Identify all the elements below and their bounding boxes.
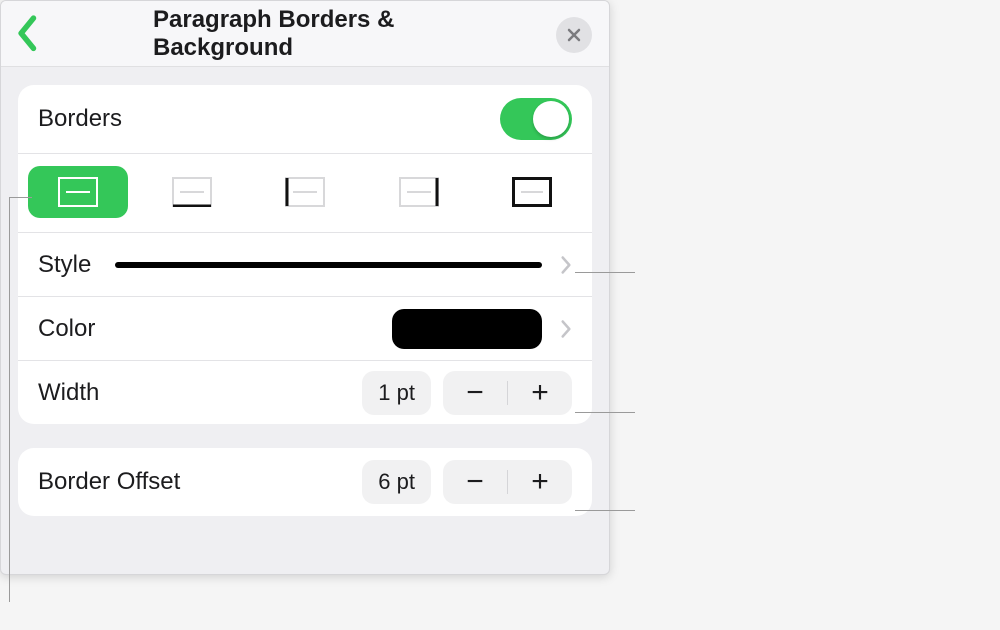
border-outside-icon bbox=[512, 177, 552, 207]
chevron-left-icon bbox=[17, 14, 39, 53]
border-outside-button[interactable] bbox=[482, 166, 582, 218]
border-offset-row: Border Offset 6 pt − + bbox=[18, 448, 592, 516]
border-position-segmented bbox=[18, 153, 592, 232]
style-row[interactable]: Style bbox=[18, 232, 592, 296]
color-label: Color bbox=[38, 315, 95, 343]
panel-header: Paragraph Borders & Background bbox=[1, 1, 609, 67]
width-decrease-button[interactable]: − bbox=[443, 371, 507, 415]
border-left-icon bbox=[285, 177, 325, 207]
border-offset-card: Border Offset 6 pt − + bbox=[18, 448, 592, 516]
close-icon bbox=[566, 27, 582, 43]
borders-row: Borders bbox=[18, 85, 592, 153]
borders-label: Borders bbox=[38, 105, 122, 133]
borders-background-panel: Paragraph Borders & Background Borders bbox=[0, 0, 610, 575]
callout-line bbox=[575, 272, 635, 273]
borders-toggle[interactable] bbox=[500, 98, 572, 140]
style-preview-line bbox=[115, 262, 542, 268]
width-stepper: − + bbox=[443, 371, 572, 415]
chevron-right-icon bbox=[560, 255, 572, 275]
callout-line bbox=[575, 510, 635, 511]
borders-card: Borders bbox=[18, 85, 592, 424]
border-offset-value[interactable]: 6 pt bbox=[362, 460, 431, 504]
width-increase-button[interactable]: + bbox=[508, 371, 572, 415]
width-value[interactable]: 1 pt bbox=[362, 371, 431, 415]
close-button[interactable] bbox=[556, 17, 592, 53]
style-label: Style bbox=[38, 251, 91, 279]
width-row: Width 1 pt − + bbox=[18, 360, 592, 424]
width-label: Width bbox=[38, 379, 99, 407]
border-all-button[interactable] bbox=[28, 166, 128, 218]
border-bottom-icon bbox=[172, 177, 212, 207]
border-right-icon bbox=[399, 177, 439, 207]
callout-line bbox=[9, 197, 32, 198]
callout-line bbox=[575, 412, 635, 413]
callout-line bbox=[9, 197, 10, 602]
color-row[interactable]: Color bbox=[18, 296, 592, 360]
chevron-right-icon bbox=[560, 319, 572, 339]
border-left-button[interactable] bbox=[255, 166, 355, 218]
panel-title: Paragraph Borders & Background bbox=[153, 6, 457, 62]
border-offset-label: Border Offset bbox=[38, 468, 180, 496]
border-offset-decrease-button[interactable]: − bbox=[443, 460, 507, 504]
color-swatch[interactable] bbox=[392, 309, 542, 349]
border-offset-increase-button[interactable]: + bbox=[508, 460, 572, 504]
back-button[interactable] bbox=[17, 14, 39, 54]
border-bottom-button[interactable] bbox=[142, 166, 242, 218]
border-right-button[interactable] bbox=[369, 166, 469, 218]
border-offset-stepper: − + bbox=[443, 460, 572, 504]
border-all-icon bbox=[58, 177, 98, 207]
toggle-knob bbox=[533, 101, 569, 137]
